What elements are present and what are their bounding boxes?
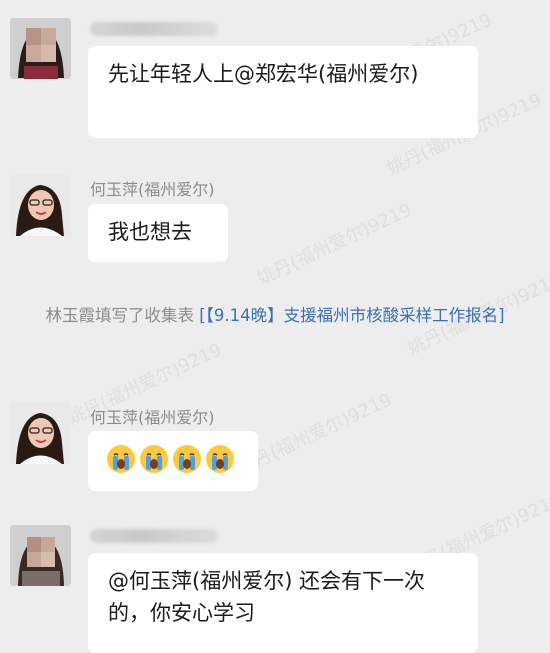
chat-message: @何玉萍(福州爱尔) 还会有下一次的，你安心学习 — [0, 515, 550, 653]
message-bubble[interactable] — [88, 431, 258, 491]
avatar[interactable] — [10, 525, 71, 586]
message-bubble[interactable]: @何玉萍(福州爱尔) 还会有下一次的，你安心学习 — [88, 553, 478, 653]
message-bubble[interactable]: 先让年轻人上@郑宏华(福州爱尔) — [88, 46, 478, 138]
sender-name — [90, 22, 218, 36]
system-notice: 林玉霞填写了收集表 [【9.14晚】支援福州市核酸采样工作报名] — [30, 302, 520, 330]
message-bubble[interactable]: 我也想去 — [88, 204, 228, 262]
loudly-crying-face-icon — [107, 445, 135, 473]
collection-form-link[interactable]: [【9.14晚】支援福州市核酸采样工作报名] — [199, 306, 504, 325]
avatar[interactable] — [10, 403, 71, 464]
message-text: 先让年轻人上@郑宏华(福州爱尔) — [108, 62, 419, 86]
loudly-crying-face-icon — [140, 445, 168, 473]
avatar[interactable] — [10, 175, 71, 236]
sender-name: 何玉萍(福州爱尔) — [90, 180, 215, 199]
message-text: @何玉萍(福州爱尔) 还会有下一次的，你安心学习 — [108, 569, 426, 625]
message-text: 我也想去 — [108, 220, 192, 244]
emoji-row — [106, 443, 240, 475]
system-notice-text: 林玉霞填写了收集表 — [45, 306, 200, 325]
chat-message: 何玉萍(福州爱尔) 我也想去 — [0, 170, 550, 270]
sender-name — [90, 529, 218, 543]
loudly-crying-face-icon — [206, 445, 234, 473]
chat-message: 先让年轻人上@郑宏华(福州爱尔) — [0, 0, 550, 150]
avatar[interactable] — [10, 18, 71, 79]
chat-message: 何玉萍(福州爱尔) — [0, 398, 550, 498]
loudly-crying-face-icon — [173, 445, 201, 473]
sender-name: 何玉萍(福州爱尔) — [90, 408, 215, 427]
